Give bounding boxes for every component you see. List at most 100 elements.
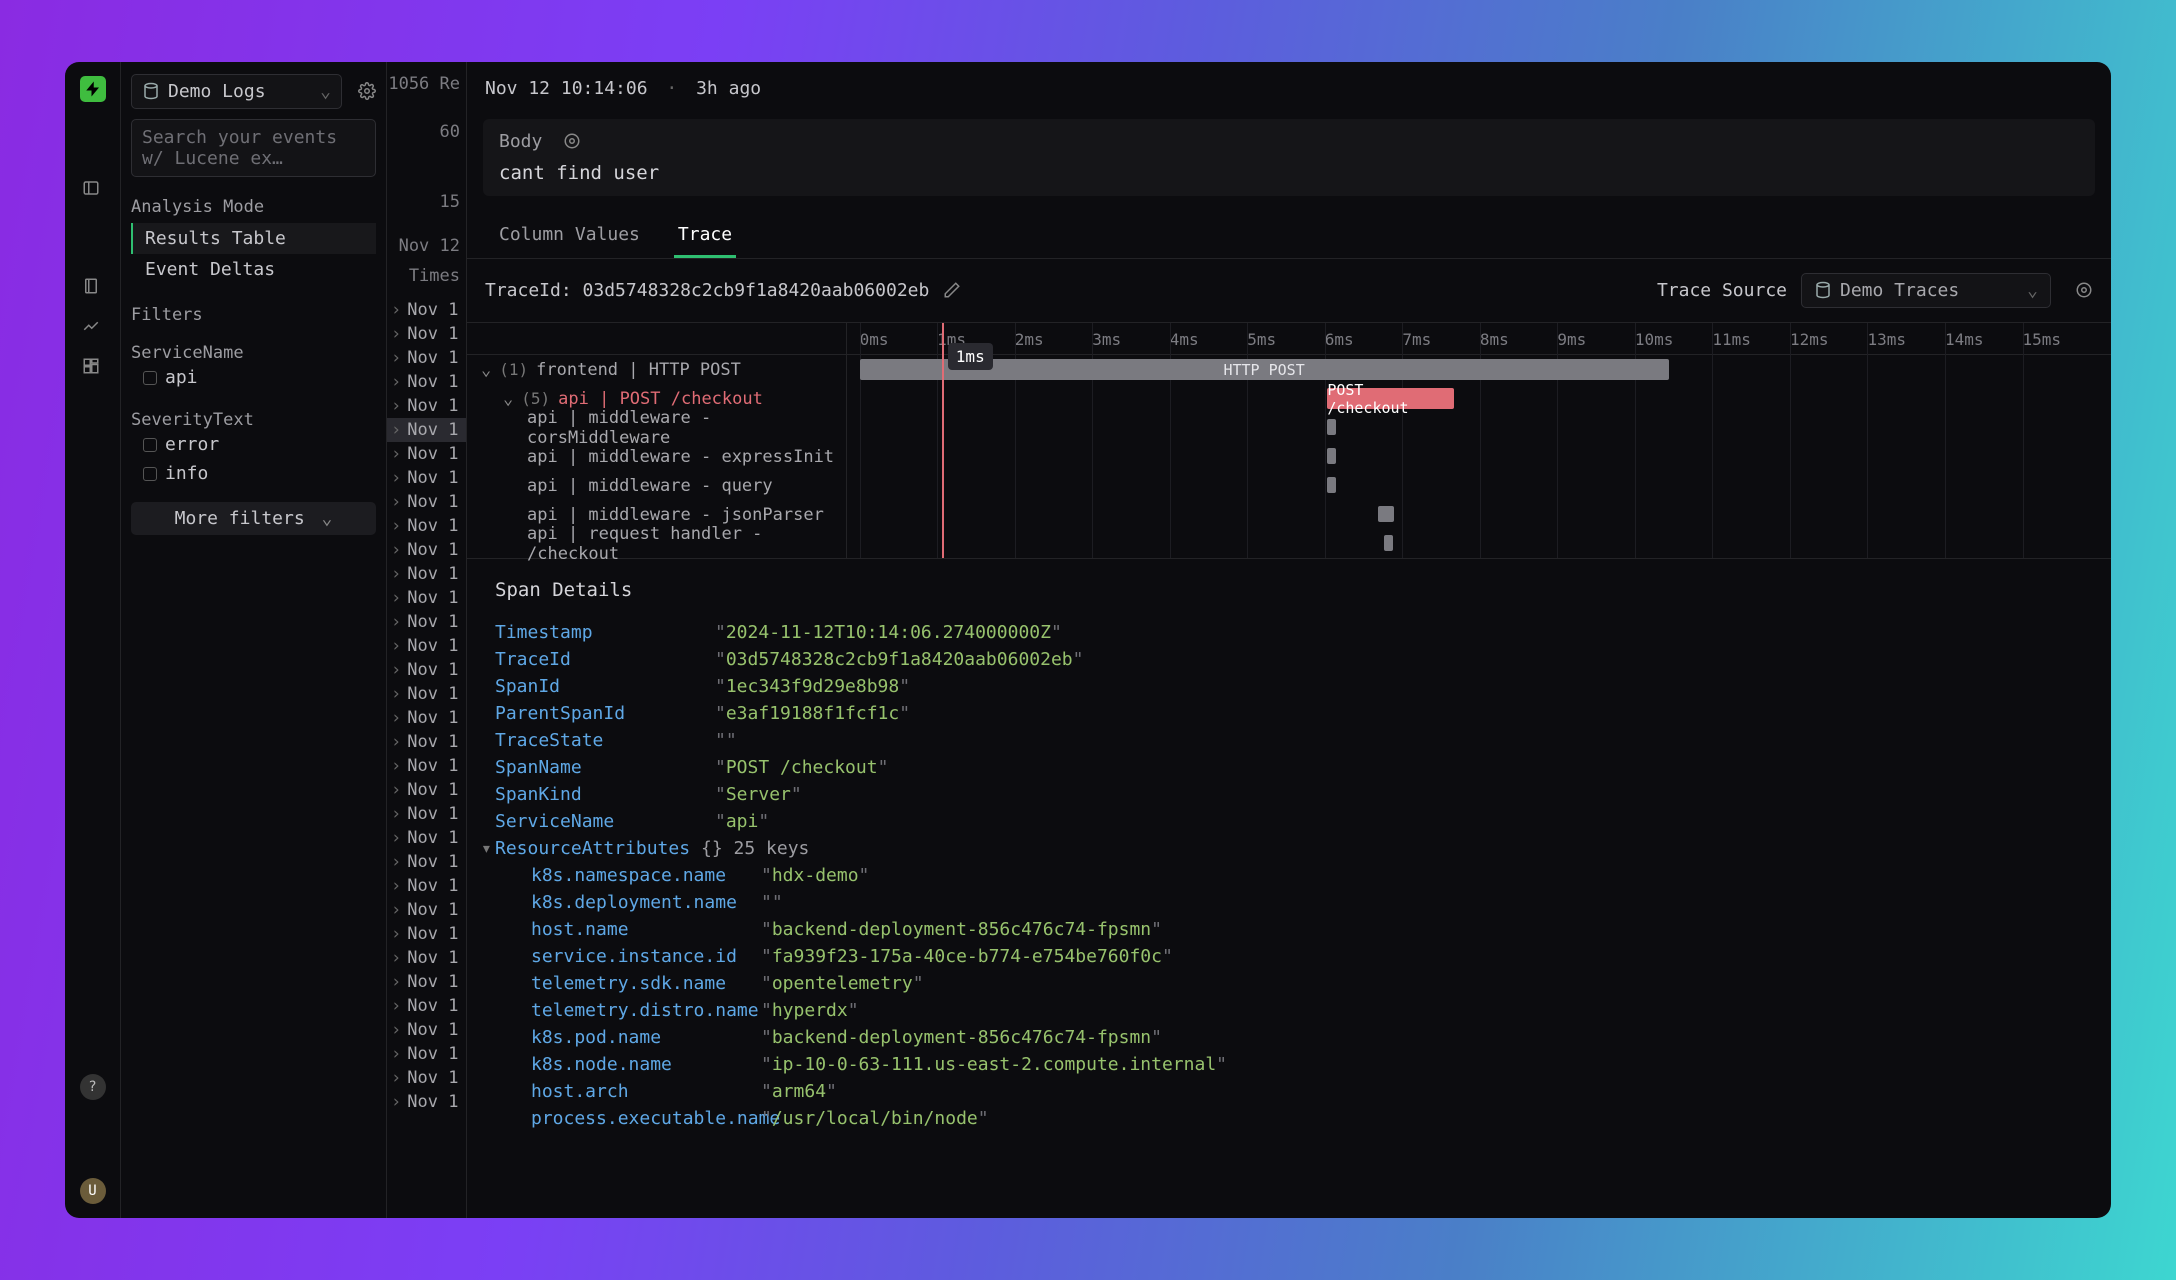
span-row[interactable]: api | request handler - /checkout (467, 529, 846, 558)
filter-service-api[interactable]: api (131, 363, 376, 392)
log-line[interactable]: ›Nov 1 (387, 658, 466, 682)
log-line[interactable]: ›Nov 1 (387, 874, 466, 898)
log-line[interactable]: ›Nov 1 (387, 418, 466, 442)
span-bar[interactable] (1327, 477, 1336, 493)
chevron-down-icon[interactable]: ⌄ (503, 389, 513, 409)
body-label: Body (499, 131, 542, 152)
more-filters-button[interactable]: More filters ⌄ (131, 502, 376, 535)
timestamp-crumb: Nov 12 10:14:06 · 3h ago (467, 62, 2111, 115)
log-line[interactable]: ›Nov 1 (387, 1042, 466, 1066)
results-column: 1056 Re 60 15 Nov 12 Times ›Nov 1›Nov 1›… (387, 62, 467, 1218)
span-bar[interactable]: POST /checkout (1327, 388, 1453, 409)
filter-severity-info[interactable]: info (131, 459, 376, 488)
mode-event-deltas[interactable]: Event Deltas (131, 254, 376, 285)
span-bar[interactable] (1384, 535, 1393, 551)
log-line[interactable]: ›Nov 1 (387, 322, 466, 346)
log-line[interactable]: ›Nov 1 (387, 346, 466, 370)
search-input[interactable]: Search your events w/ Lucene ex… (131, 119, 376, 177)
source-select[interactable]: Demo Logs ⌄ (131, 74, 342, 109)
dashboard-icon[interactable] (82, 356, 104, 378)
span-row[interactable]: ⌄(1)frontend | HTTP POST (467, 355, 846, 384)
chevron-down-icon: ⌄ (2027, 280, 2038, 301)
log-line[interactable]: ›Nov 1 (387, 706, 466, 730)
panel-icon[interactable] (82, 178, 104, 200)
chevron-right-icon: › (391, 516, 401, 536)
span-bar[interactable] (1378, 506, 1394, 522)
log-line[interactable]: ›Nov 1 (387, 730, 466, 754)
checkbox[interactable] (143, 438, 157, 452)
span-row[interactable]: api | middleware - expressInit (467, 442, 846, 471)
checkbox[interactable] (143, 371, 157, 385)
axis-tick: 15ms (2023, 330, 2062, 349)
log-line[interactable]: ›Nov 1 (387, 898, 466, 922)
chevron-right-icon: › (391, 300, 401, 320)
span-row[interactable]: api | middleware - corsMiddleware (467, 413, 846, 442)
log-line[interactable]: ›Nov 1 (387, 802, 466, 826)
axis-tick: 3ms (1092, 330, 1121, 349)
log-line[interactable]: ›Nov 1 (387, 826, 466, 850)
resource-attr: telemetry.distro.name"hyperdx" (531, 997, 2083, 1024)
span-details: Span Details Timestamp"2024-11-12T10:14:… (467, 559, 2111, 1152)
span-details-heading: Span Details (495, 579, 2083, 601)
app-logo[interactable] (80, 76, 106, 102)
log-line[interactable]: ›Nov 1 (387, 754, 466, 778)
trace-id-label: TraceId: 03d5748328c2cb9f1a8420aab06002e… (485, 280, 929, 301)
log-line[interactable]: ›Nov 1 (387, 634, 466, 658)
log-line[interactable]: ›Nov 1 (387, 922, 466, 946)
log-line[interactable]: ›Nov 1 (387, 562, 466, 586)
log-line[interactable]: ›Nov 1 (387, 610, 466, 634)
resource-attr: telemetry.sdk.name"opentelemetry" (531, 970, 2083, 997)
book-icon[interactable] (82, 276, 104, 298)
chevron-right-icon: › (391, 372, 401, 392)
span-bar[interactable] (1327, 419, 1336, 435)
checkbox[interactable] (143, 467, 157, 481)
log-line[interactable]: ›Nov 1 (387, 1066, 466, 1090)
help-button[interactable]: ? (80, 1074, 106, 1100)
sidebar: Demo Logs ⌄ Search your events w/ Lucene… (121, 62, 387, 1218)
log-line[interactable]: ›Nov 1 (387, 490, 466, 514)
log-line[interactable]: ›Nov 1 (387, 538, 466, 562)
filter-severity-error[interactable]: error (131, 430, 376, 459)
log-line[interactable]: ›Nov 1 (387, 850, 466, 874)
log-line[interactable]: ›Nov 1 (387, 778, 466, 802)
gear-icon[interactable] (2075, 280, 2093, 301)
chevron-down-icon: ⌄ (320, 81, 331, 102)
resource-attrs-label[interactable]: ResourceAttributes (495, 838, 701, 859)
log-line[interactable]: ›Nov 1 (387, 514, 466, 538)
span-row[interactable]: api | middleware - query (467, 471, 846, 500)
chevron-right-icon: › (391, 900, 401, 920)
gear-icon[interactable] (358, 81, 376, 102)
mode-results-table[interactable]: Results Table (131, 223, 376, 254)
chevron-right-icon: › (391, 324, 401, 344)
source-select-label: Demo Logs (168, 81, 266, 102)
trace-source-select[interactable]: Demo Traces ⌄ (1801, 273, 2051, 308)
chevron-right-icon: › (391, 852, 401, 872)
gear-icon[interactable] (563, 131, 581, 152)
log-line[interactable]: ›Nov 1 (387, 586, 466, 610)
log-line[interactable]: ›Nov 1 (387, 442, 466, 466)
span-bar[interactable] (1327, 448, 1336, 464)
log-line[interactable]: ›Nov 1 (387, 970, 466, 994)
chevron-right-icon: › (391, 804, 401, 824)
edit-icon[interactable] (943, 280, 961, 301)
log-line[interactable]: ›Nov 1 (387, 994, 466, 1018)
tab-trace[interactable]: Trace (674, 216, 736, 258)
log-line[interactable]: ›Nov 1 (387, 298, 466, 322)
tab-column-values[interactable]: Column Values (495, 216, 644, 258)
resource-attr: k8s.pod.name"backend-deployment-856c476c… (531, 1024, 2083, 1051)
log-line[interactable]: ›Nov 1 (387, 1018, 466, 1042)
chart-icon[interactable] (82, 316, 104, 338)
chevron-right-icon: › (391, 1068, 401, 1088)
log-line[interactable]: ›Nov 1 (387, 394, 466, 418)
log-line[interactable]: ›Nov 1 (387, 466, 466, 490)
log-line[interactable]: ›Nov 1 (387, 682, 466, 706)
chevron-right-icon: › (391, 636, 401, 656)
detail-tabs: Column Values Trace (467, 206, 2111, 259)
log-line[interactable]: ›Nov 1 (387, 946, 466, 970)
axis-tick: 9ms (1557, 330, 1586, 349)
log-line[interactable]: ›Nov 1 (387, 370, 466, 394)
chevron-down-icon[interactable]: ⌄ (481, 360, 491, 380)
log-line[interactable]: ›Nov 1 (387, 1090, 466, 1114)
collapse-icon[interactable]: ▾ (481, 838, 495, 859)
user-avatar[interactable]: U (80, 1178, 106, 1204)
